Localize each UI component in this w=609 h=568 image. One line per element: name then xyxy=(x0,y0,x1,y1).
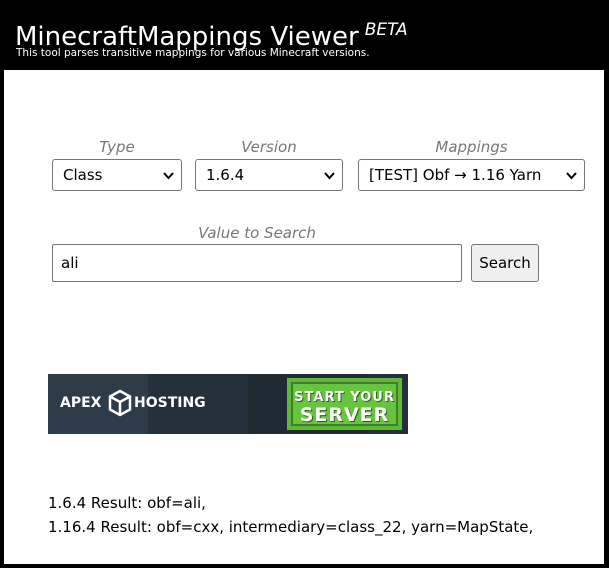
mappings-label: Mappings xyxy=(435,138,508,156)
ad-cta-inner: START YOUR SERVER xyxy=(291,382,398,426)
ad-cta-button[interactable]: START YOUR SERVER xyxy=(287,378,402,430)
header: MinecraftMappings Viewer BETA This tool p… xyxy=(0,0,609,70)
ad-cta-line2: SERVER xyxy=(299,404,390,426)
type-select[interactable]: Class xyxy=(52,159,182,191)
mappings-select-value: [TEST] Obf → 1.16 Yarn xyxy=(369,166,542,184)
result-line: 1.6.4 Result: obf=ali, xyxy=(48,494,206,512)
page-subtitle: This tool parses transitive mappings for… xyxy=(16,47,370,59)
version-label: Version xyxy=(241,138,297,156)
mappings-select[interactable]: [TEST] Obf → 1.16 Yarn xyxy=(358,159,585,191)
ad-cta-line1: START YOUR xyxy=(294,390,395,405)
main-panel: Type Class Version 1.6.4 Mappings [TEST]… xyxy=(4,70,604,564)
ad-banner[interactable]: APEX HOSTING START YOUR SERVER xyxy=(48,374,408,434)
chevron-down-icon xyxy=(163,172,174,180)
search-button[interactable]: Search xyxy=(471,244,539,282)
ad-brand-right: HOSTING xyxy=(134,395,206,411)
type-label: Type xyxy=(99,138,135,156)
ad-brand-left: APEX xyxy=(60,395,102,411)
beta-badge: BETA xyxy=(364,20,408,40)
result-line: 1.16.4 Result: obf=cxx, intermediary=cla… xyxy=(48,518,534,536)
version-select-value: 1.6.4 xyxy=(206,166,245,184)
search-label: Value to Search xyxy=(198,224,316,242)
chevron-down-icon xyxy=(566,172,577,180)
cube-icon xyxy=(108,389,132,417)
search-input[interactable]: ali xyxy=(52,244,462,282)
type-select-value: Class xyxy=(63,166,103,184)
version-select[interactable]: 1.6.4 xyxy=(195,159,343,191)
chevron-down-icon xyxy=(324,172,335,180)
